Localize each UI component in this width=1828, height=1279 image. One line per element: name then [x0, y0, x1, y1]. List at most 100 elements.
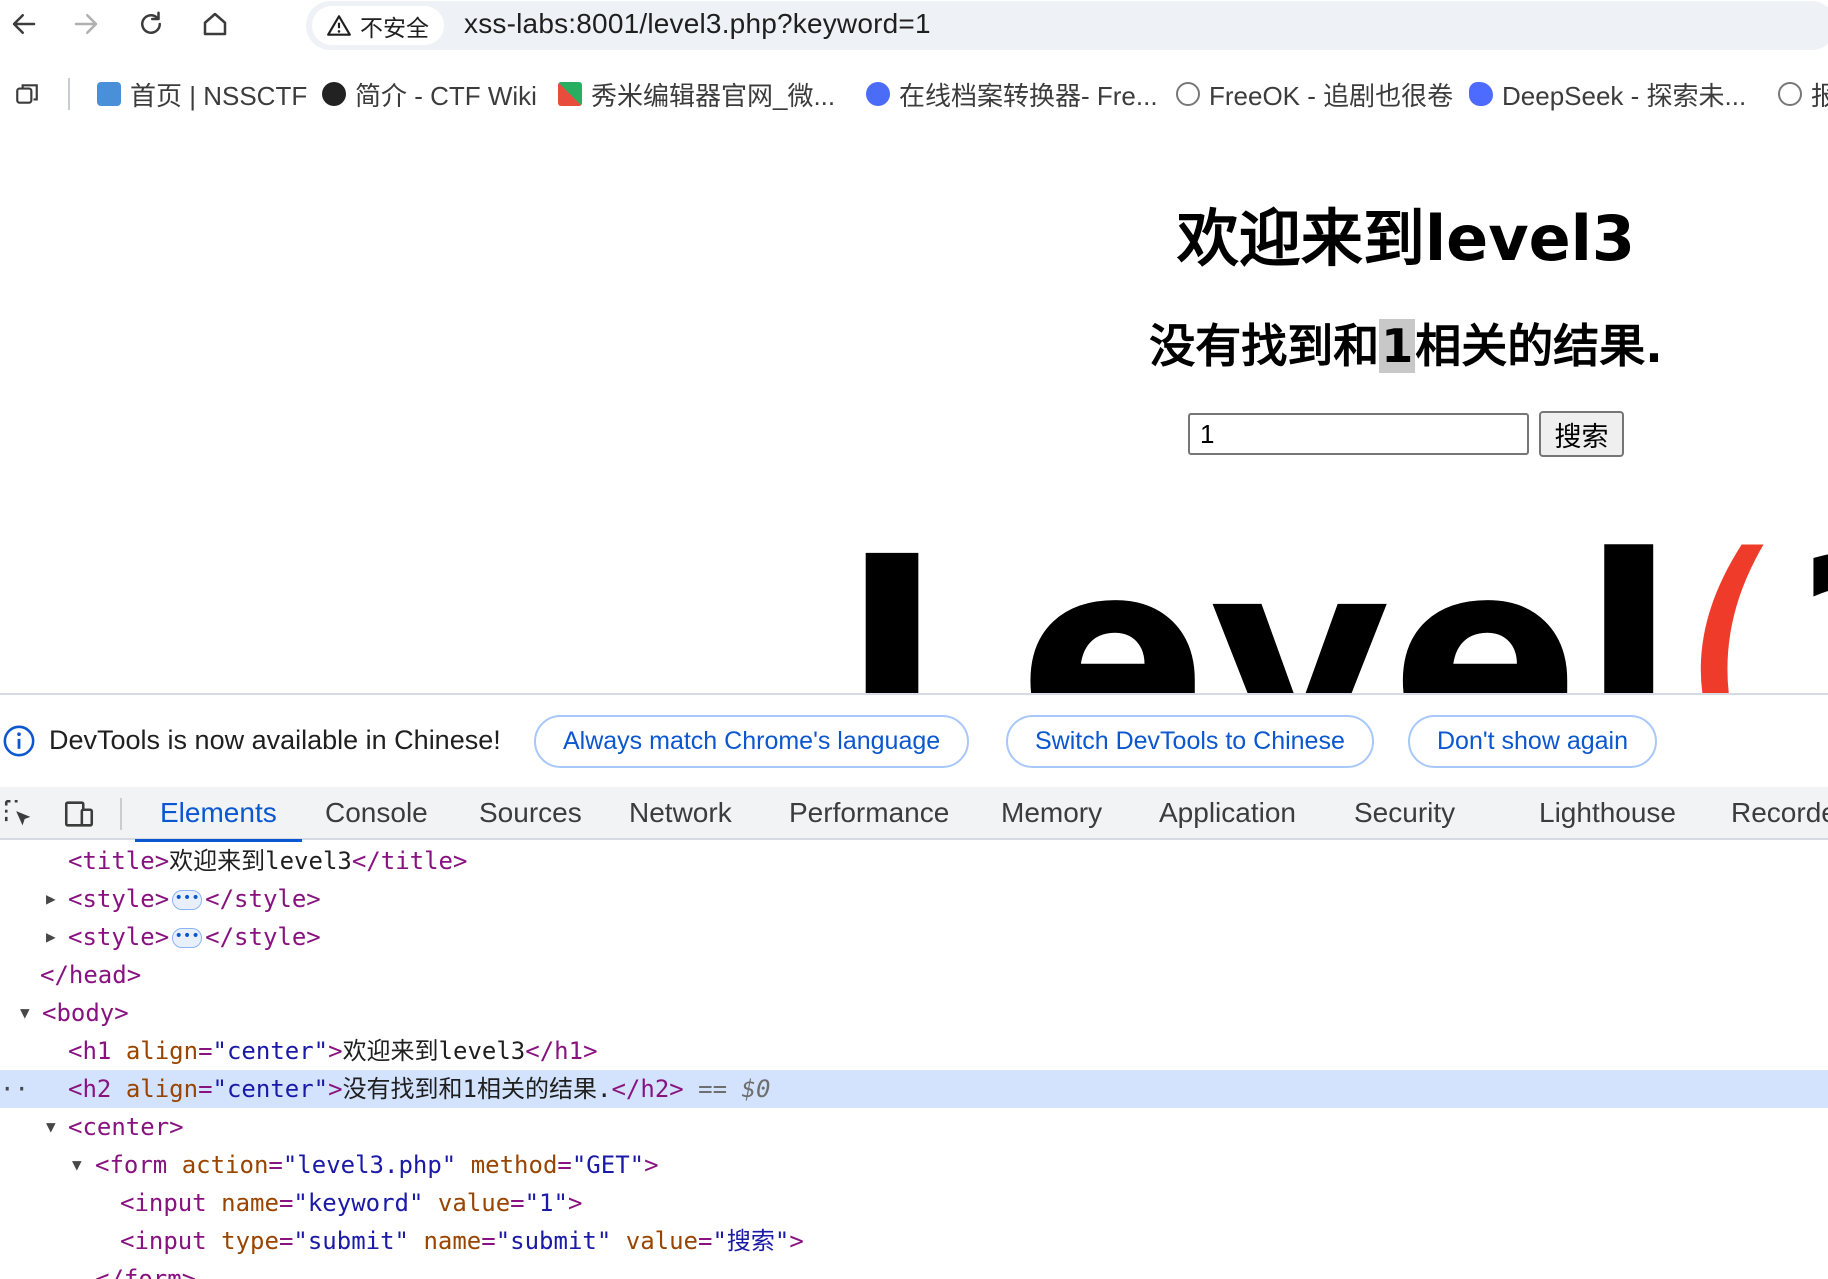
- dom-node-h1[interactable]: <h1 align="center">欢迎来到level3</h1>: [0, 1032, 1828, 1070]
- reload-icon[interactable]: [131, 4, 171, 44]
- device-toolbar-icon[interactable]: [62, 797, 96, 831]
- security-label: 不安全: [360, 14, 429, 41]
- address-bar[interactable]: 不安全 xss-labs:8001/level3.php?keyword=1: [306, 1, 1828, 50]
- search-form: 搜索: [1188, 409, 1624, 457]
- xiumi-icon: [558, 82, 582, 106]
- tab-security[interactable]: Security: [1354, 787, 1455, 840]
- devtools-language-infobar: DevTools is now available in Chinese! Al…: [0, 695, 1828, 787]
- result-suffix: 相关的结果.: [1415, 319, 1663, 373]
- bookmark-converter[interactable]: 在线档案转换器- Fre...: [866, 76, 1158, 112]
- input-name-value: "keyword": [293, 1189, 424, 1217]
- collapse-triangle-icon[interactable]: ▼: [46, 1108, 56, 1146]
- submit-value-value: "搜索": [712, 1227, 790, 1255]
- submit-type-value: "submit": [293, 1227, 409, 1255]
- devtools-panel: DevTools is now available in Chinese! Al…: [0, 693, 1828, 1279]
- dom-node-body[interactable]: ▼ <body>: [0, 994, 1828, 1032]
- tab-application[interactable]: Application: [1159, 787, 1296, 840]
- dom-node-form-close[interactable]: </form>: [0, 1260, 1828, 1279]
- keyword-input[interactable]: [1188, 413, 1529, 455]
- collapse-triangle-icon[interactable]: ▼: [72, 1146, 82, 1184]
- info-icon: [3, 725, 35, 757]
- h2-text: 没有找到和1相关的结果.: [342, 1075, 612, 1103]
- result-keyword-highlight: 1: [1379, 319, 1416, 373]
- tab-memory[interactable]: Memory: [1001, 787, 1102, 840]
- deepseek-icon: [1469, 82, 1493, 106]
- home-icon[interactable]: [195, 4, 235, 44]
- dom-node-title[interactable]: <title>欢迎来到level3</title>: [0, 842, 1828, 880]
- bookmark-label: 首页 | NSSCTF: [130, 80, 308, 111]
- dom-node-input-keyword[interactable]: <input name="keyword" value="1">: [0, 1184, 1828, 1222]
- page-title: 欢迎来到level3: [1176, 202, 1636, 275]
- selection-dots-icon: ··: [0, 1075, 29, 1103]
- dom-node-input-submit[interactable]: <input type="submit" name="submit" value…: [0, 1222, 1828, 1260]
- freeok-icon: [1176, 82, 1200, 106]
- bookmark-ctf-wiki[interactable]: 简介 - CTF Wiki: [322, 76, 537, 112]
- dont-show-again-button[interactable]: Don't show again: [1408, 715, 1658, 768]
- level-logo-word: Level(3: [840, 507, 1828, 693]
- bookmark-partial[interactable]: 报: [1778, 76, 1828, 112]
- warning-triangle-icon: [327, 14, 351, 36]
- bookmark-xiumi[interactable]: 秀米编辑器官网_微...: [558, 76, 835, 112]
- tab-performance[interactable]: Performance: [789, 787, 949, 840]
- tab-groups-icon[interactable]: [14, 81, 40, 107]
- ctf-wiki-icon: [322, 82, 346, 106]
- url-text[interactable]: xss-labs:8001/level3.php?keyword=1: [464, 8, 931, 40]
- tab-lighthouse[interactable]: Lighthouse: [1539, 787, 1676, 840]
- h1-align-value: "center": [212, 1037, 329, 1065]
- devtools-tab-bar: Elements Console Sources Network Perform…: [0, 787, 1828, 842]
- infobar-message: DevTools is now available in Chinese!: [49, 725, 501, 755]
- switch-to-chinese-button[interactable]: Switch DevTools to Chinese: [1006, 715, 1374, 768]
- dom-node-center[interactable]: ▼ <center>: [0, 1108, 1828, 1146]
- tab-console[interactable]: Console: [325, 787, 428, 840]
- expand-triangle-icon[interactable]: ▶: [46, 880, 56, 918]
- devtools-toolbar-divider: [120, 798, 122, 830]
- converter-icon: [866, 82, 890, 106]
- collapsed-content-icon[interactable]: •••: [172, 890, 203, 910]
- page-viewport: 欢迎来到level3 没有找到和1相关的结果. 搜索 Level(3: [0, 120, 1828, 693]
- dom-node-h2-selected[interactable]: ·· <h2 align="center">没有找到和1相关的结果.</h2> =…: [0, 1070, 1828, 1108]
- bookmarks-divider: [68, 78, 70, 110]
- bookmark-deepseek[interactable]: DeepSeek - 探索未...: [1469, 76, 1746, 112]
- form-action-value: "level3.php": [282, 1151, 457, 1179]
- bookmark-label: 报: [1811, 80, 1828, 111]
- browser-toolbar: 不安全 xss-labs:8001/level3.php?keyword=1: [0, 0, 1828, 52]
- bookmark-label: 在线档案转换器- Fre...: [899, 80, 1158, 111]
- nssctf-icon: [97, 82, 121, 106]
- search-button[interactable]: 搜索: [1539, 411, 1624, 457]
- elements-dom-tree: <title>欢迎来到level3</title> ▶ <style> ••• </s…: [0, 842, 1828, 1279]
- result-prefix: 没有找到和: [1149, 319, 1380, 373]
- bookmark-label: DeepSeek - 探索未...: [1502, 80, 1747, 111]
- input-value-value: "1": [524, 1189, 568, 1217]
- bookmarks-bar: 首页 | NSSCTF 简介 - CTF Wiki 秀米编辑器官网_微... 在…: [0, 68, 1828, 120]
- bookmark-label: 简介 - CTF Wiki: [355, 80, 537, 111]
- h2-align-value: "center": [212, 1075, 329, 1103]
- bookmark-freeok[interactable]: FreeOK - 追剧也很卷: [1176, 76, 1453, 112]
- form-method-value: "GET": [571, 1151, 645, 1179]
- collapse-triangle-icon[interactable]: ▼: [20, 994, 30, 1032]
- submit-name-value: "submit": [495, 1227, 612, 1255]
- expand-triangle-icon[interactable]: ▶: [46, 918, 56, 956]
- tab-elements[interactable]: Elements: [135, 787, 302, 842]
- collapsed-content-icon[interactable]: •••: [172, 928, 203, 948]
- h1-text: 欢迎来到level3: [342, 1037, 526, 1065]
- bookmark-label: 秀米编辑器官网_微...: [591, 80, 836, 111]
- title-text: 欢迎来到level3: [169, 847, 352, 875]
- tab-recorder[interactable]: Recorder: [1731, 787, 1828, 840]
- bookmark-icon: [1778, 82, 1802, 106]
- security-indicator[interactable]: 不安全: [312, 6, 444, 45]
- tab-network[interactable]: Network: [629, 787, 732, 840]
- dom-node-head-close[interactable]: </head>: [0, 956, 1828, 994]
- inspect-element-icon[interactable]: [2, 797, 36, 831]
- bookmark-label: FreeOK - 追剧也很卷: [1209, 80, 1454, 111]
- dom-node-form[interactable]: ▼ <form action="level3.php" method="GET">: [0, 1146, 1828, 1184]
- bookmark-nssctf[interactable]: 首页 | NSSCTF: [97, 76, 307, 112]
- dom-node-style[interactable]: ▶ <style> ••• </style>: [0, 918, 1828, 956]
- search-result-heading: 没有找到和1相关的结果.: [0, 310, 1828, 376]
- level3-logo-image: Level(3: [840, 507, 1828, 693]
- tab-sources[interactable]: Sources: [479, 787, 582, 840]
- back-arrow-icon[interactable]: [4, 4, 44, 44]
- dom-node-style[interactable]: ▶ <style> ••• </style>: [0, 880, 1828, 918]
- always-match-language-button[interactable]: Always match Chrome's language: [534, 715, 970, 768]
- forward-arrow-icon[interactable]: [66, 4, 106, 44]
- selected-node-ref: == $0: [698, 1075, 771, 1103]
